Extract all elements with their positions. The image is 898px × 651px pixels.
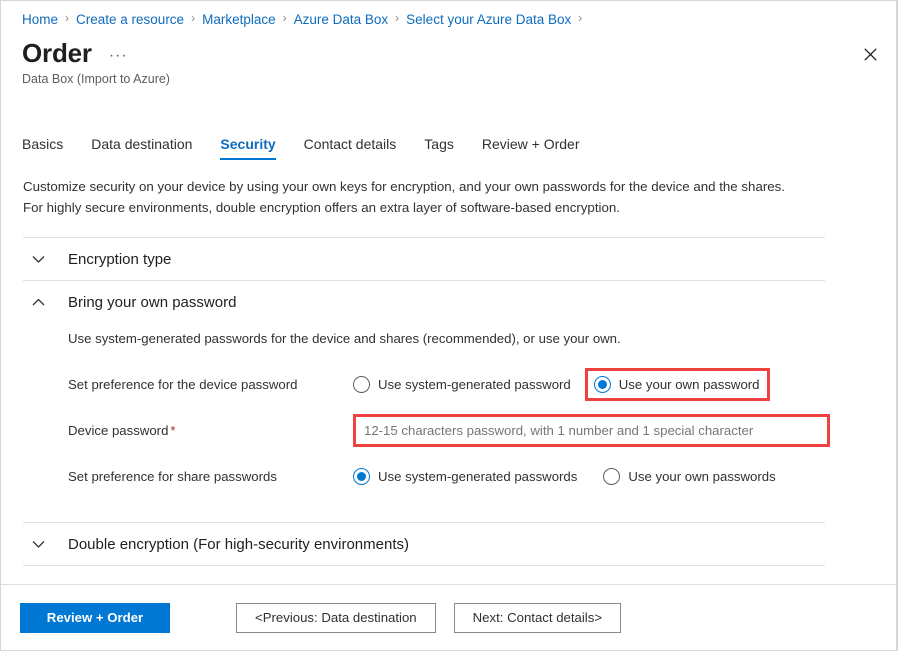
label-share-password-preference: Set preference for share passwords bbox=[68, 469, 353, 484]
chevron-down-icon bbox=[28, 534, 48, 554]
more-options-icon[interactable]: ··· bbox=[109, 47, 128, 65]
row-device-password-preference: Set preference for the device password U… bbox=[68, 364, 825, 404]
radio-label: Use system-generated passwords bbox=[378, 469, 577, 484]
section-title-encryption-type: Encryption type bbox=[68, 251, 171, 268]
close-icon bbox=[864, 48, 877, 61]
security-description: Customize security on your device by usi… bbox=[23, 176, 808, 218]
row-share-password-preference: Set preference for share passwords Use s… bbox=[68, 456, 825, 496]
chevron-right-icon: › bbox=[191, 12, 195, 24]
radio-use-your-own-password[interactable]: Use your own password bbox=[594, 376, 760, 393]
label-device-password-text: Device password bbox=[68, 423, 168, 438]
chevron-right-icon: › bbox=[578, 12, 582, 24]
tab-data-destination[interactable]: Data destination bbox=[91, 136, 192, 160]
radio-circle-icon bbox=[603, 468, 620, 485]
radio-use-system-generated-passwords[interactable]: Use system-generated passwords bbox=[353, 468, 577, 485]
footer-actions: Review + Order <Previous: Data destinati… bbox=[1, 585, 897, 650]
section-title-bring-your-own-password: Bring your own password bbox=[68, 294, 236, 311]
breadcrumb-item-azure-data-box[interactable]: Azure Data Box bbox=[294, 12, 389, 27]
section-double-encryption: Double encryption (For high-security env… bbox=[23, 522, 825, 566]
tab-contact-details[interactable]: Contact details bbox=[304, 136, 397, 160]
tab-basics[interactable]: Basics bbox=[22, 136, 63, 160]
section-header-double-encryption[interactable]: Double encryption (For high-security env… bbox=[23, 523, 825, 565]
breadcrumb: Home › Create a resource › Marketplace ›… bbox=[22, 7, 589, 31]
label-device-password-preference: Set preference for the device password bbox=[68, 377, 353, 392]
review-order-button[interactable]: Review + Order bbox=[20, 603, 170, 633]
radio-use-your-own-passwords[interactable]: Use your own passwords bbox=[603, 468, 775, 485]
page-title-row: Order ··· bbox=[22, 37, 128, 69]
breadcrumb-item-marketplace[interactable]: Marketplace bbox=[202, 12, 276, 27]
radio-label: Use your own passwords bbox=[628, 469, 775, 484]
section-body-bring-your-own-password: Use system-generated passwords for the d… bbox=[23, 323, 825, 522]
accordion-list: Encryption type Bring your own password … bbox=[23, 237, 825, 566]
radio-circle-icon bbox=[353, 376, 370, 393]
order-blade: Home › Create a resource › Marketplace ›… bbox=[0, 0, 898, 651]
row-device-password: Device password* bbox=[68, 410, 825, 450]
close-button[interactable] bbox=[855, 39, 885, 69]
required-indicator: * bbox=[170, 423, 175, 438]
page-title: Order bbox=[22, 37, 92, 69]
section-title-double-encryption: Double encryption (For high-security env… bbox=[68, 536, 409, 553]
chevron-right-icon: › bbox=[283, 12, 287, 24]
breadcrumb-item-home[interactable]: Home bbox=[22, 12, 58, 27]
chevron-right-icon: › bbox=[395, 12, 399, 24]
label-device-password: Device password* bbox=[68, 423, 353, 438]
section-header-bring-your-own-password[interactable]: Bring your own password bbox=[23, 281, 825, 323]
device-password-input[interactable] bbox=[356, 417, 827, 444]
chevron-up-icon bbox=[28, 292, 48, 312]
next-button[interactable]: Next: Contact details> bbox=[454, 603, 621, 633]
section-encryption-type: Encryption type bbox=[23, 237, 825, 280]
share-password-radio-group: Use system-generated passwords Use your … bbox=[353, 468, 790, 485]
wizard-tabs: Basics Data destination Security Contact… bbox=[22, 128, 608, 160]
device-password-radio-group: Use system-generated password Use your o… bbox=[353, 368, 770, 401]
breadcrumb-item-select-your-azure-data-box[interactable]: Select your Azure Data Box bbox=[406, 12, 571, 27]
chevron-down-icon bbox=[28, 249, 48, 269]
radio-label: Use your own password bbox=[619, 377, 760, 392]
radio-label: Use system-generated password bbox=[378, 377, 571, 392]
section-bring-your-own-password: Bring your own password Use system-gener… bbox=[23, 280, 825, 522]
highlight-box-device-password bbox=[353, 414, 830, 447]
radio-circle-selected-icon bbox=[594, 376, 611, 393]
tab-review-order[interactable]: Review + Order bbox=[482, 136, 580, 160]
right-edge-rule bbox=[896, 1, 897, 650]
radio-circle-selected-icon bbox=[353, 468, 370, 485]
previous-button[interactable]: <Previous: Data destination bbox=[236, 603, 436, 633]
radio-use-system-generated-password[interactable]: Use system-generated password bbox=[353, 376, 571, 393]
page-subtitle: Data Box (Import to Azure) bbox=[22, 72, 170, 86]
section-header-encryption-type[interactable]: Encryption type bbox=[23, 238, 825, 280]
tab-tags[interactable]: Tags bbox=[424, 136, 454, 160]
tab-security[interactable]: Security bbox=[220, 136, 275, 160]
highlight-box-use-your-own-password: Use your own password bbox=[585, 368, 770, 401]
breadcrumb-item-create-a-resource[interactable]: Create a resource bbox=[76, 12, 184, 27]
chevron-right-icon: › bbox=[65, 12, 69, 24]
password-hint: Use system-generated passwords for the d… bbox=[68, 331, 825, 346]
device-password-input-container bbox=[353, 414, 830, 447]
